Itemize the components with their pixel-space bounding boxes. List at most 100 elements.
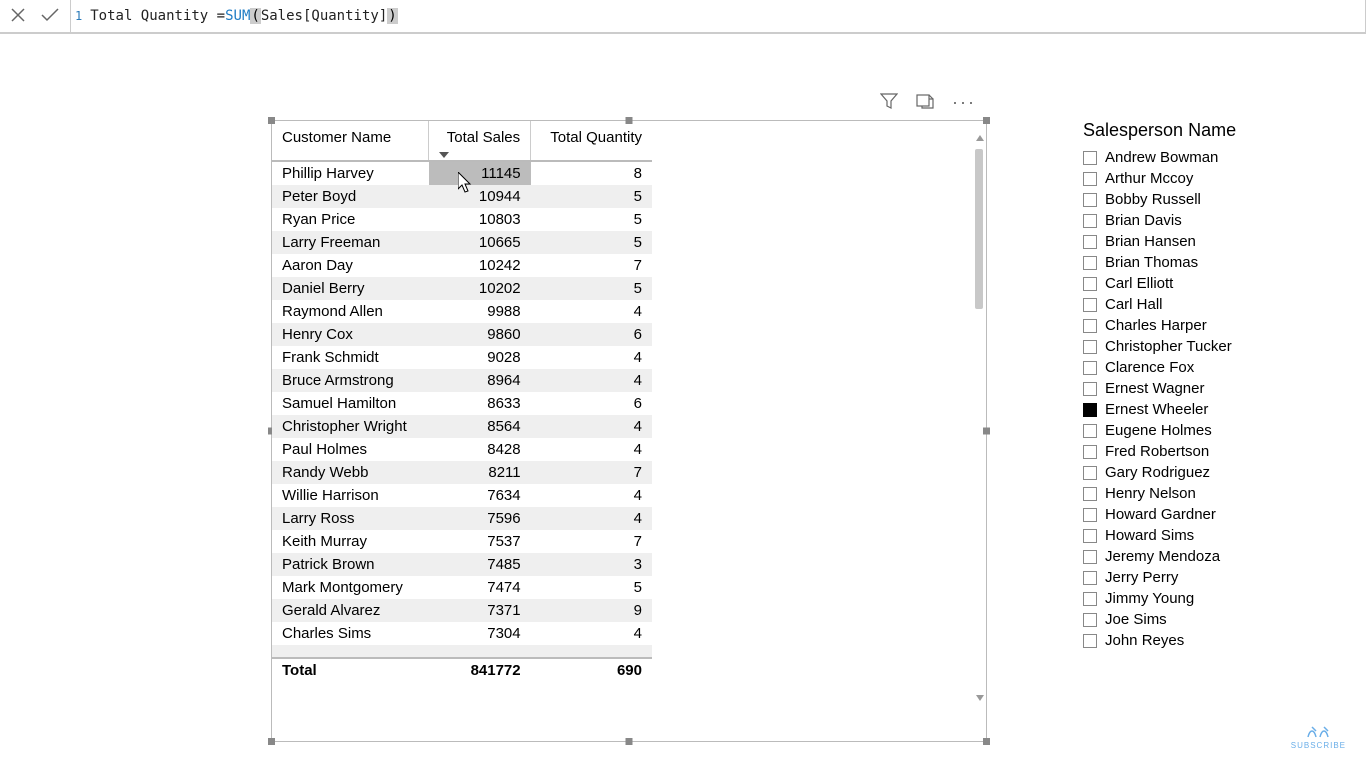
table-row[interactable]: Ryan Price108035 <box>272 208 652 231</box>
checkbox-icon[interactable] <box>1083 571 1097 585</box>
slicer-item[interactable]: Joe Sims <box>1083 609 1343 630</box>
table-row[interactable]: Peter Boyd109445 <box>272 185 652 208</box>
checkbox-icon[interactable] <box>1083 172 1097 186</box>
cell-total-quantity[interactable]: 5 <box>531 208 652 231</box>
cell-customer-name[interactable]: Randy Webb <box>272 461 429 484</box>
checkbox-icon[interactable] <box>1083 235 1097 249</box>
slicer-item[interactable]: Arthur Mccoy <box>1083 168 1343 189</box>
checkbox-icon[interactable] <box>1083 256 1097 270</box>
slicer-item[interactable]: Gary Rodriguez <box>1083 462 1343 483</box>
checkbox-icon[interactable] <box>1083 193 1097 207</box>
slicer-item[interactable]: Clarence Fox <box>1083 357 1343 378</box>
vertical-scrollbar[interactable] <box>974 135 984 701</box>
cell-customer-name[interactable]: Patrick Brown <box>272 553 429 576</box>
cell-customer-name[interactable]: Samuel Hamilton <box>272 392 429 415</box>
slicer-item[interactable]: Andrew Bowman <box>1083 147 1343 168</box>
cell-total-quantity[interactable]: 4 <box>531 369 652 392</box>
cell-total-quantity[interactable]: 6 <box>531 392 652 415</box>
cell-total-quantity[interactable]: 4 <box>531 484 652 507</box>
checkbox-icon[interactable] <box>1083 151 1097 165</box>
cell-total-sales[interactable]: 7371 <box>429 599 531 622</box>
cell-total-sales[interactable]: 8633 <box>429 392 531 415</box>
checkbox-icon[interactable] <box>1083 508 1097 522</box>
slicer-item[interactable]: Brian Thomas <box>1083 252 1343 273</box>
cell-total-sales[interactable]: 11145 <box>429 161 531 185</box>
cell-customer-name[interactable]: Peter Boyd <box>272 185 429 208</box>
cell-total-quantity[interactable]: 5 <box>531 231 652 254</box>
cell-customer-name[interactable]: Phillip Harvey <box>272 161 429 185</box>
cell-total-quantity[interactable]: 4 <box>531 415 652 438</box>
cell-total-sales[interactable]: 8564 <box>429 415 531 438</box>
cell-customer-name[interactable]: Mark Montgomery <box>272 576 429 599</box>
slicer-item[interactable]: Jimmy Young <box>1083 588 1343 609</box>
cell-total-quantity[interactable]: 6 <box>531 323 652 346</box>
slicer-item[interactable]: Christopher Tucker <box>1083 336 1343 357</box>
cell-total-quantity[interactable]: 7 <box>531 530 652 553</box>
column-header[interactable]: Total Sales <box>429 121 531 161</box>
cell-customer-name[interactable]: Charles Sims <box>272 622 429 645</box>
table-row[interactable]: Larry Freeman106655 <box>272 231 652 254</box>
checkbox-icon[interactable] <box>1083 529 1097 543</box>
table-row[interactable]: Samuel Hamilton86336 <box>272 392 652 415</box>
cell-total-quantity[interactable]: 5 <box>531 576 652 599</box>
cell-customer-name[interactable]: Bruce Armstrong <box>272 369 429 392</box>
table-row[interactable]: Keith Murray75377 <box>272 530 652 553</box>
table-row[interactable]: Willie Harrison76344 <box>272 484 652 507</box>
checkbox-icon[interactable] <box>1083 550 1097 564</box>
table-row[interactable]: Mark Montgomery74745 <box>272 576 652 599</box>
cell-total-quantity[interactable]: 9 <box>531 599 652 622</box>
cell-customer-name[interactable]: Larry Freeman <box>272 231 429 254</box>
cell-total-quantity[interactable]: 4 <box>531 438 652 461</box>
slicer-item[interactable]: Carl Hall <box>1083 294 1343 315</box>
cell-customer-name[interactable]: Keith Murray <box>272 530 429 553</box>
cell-customer-name[interactable]: Henry Cox <box>272 323 429 346</box>
cell-customer-name[interactable]: Daniel Berry <box>272 277 429 300</box>
cell-total-quantity[interactable]: 4 <box>531 507 652 530</box>
slicer-item[interactable]: Carl Elliott <box>1083 273 1343 294</box>
slicer-item[interactable]: Bobby Russell <box>1083 189 1343 210</box>
table-row[interactable]: Frank Schmidt90284 <box>272 346 652 369</box>
checkbox-icon[interactable] <box>1083 214 1097 228</box>
slicer-item[interactable]: Jerry Perry <box>1083 567 1343 588</box>
cell-total-quantity[interactable]: 8 <box>531 161 652 185</box>
cell-total-sales[interactable]: 10242 <box>429 254 531 277</box>
checkbox-icon[interactable] <box>1083 466 1097 480</box>
table-row[interactable]: Phillip Harvey111458 <box>272 161 652 185</box>
cell-total-sales[interactable]: 9988 <box>429 300 531 323</box>
cell-customer-name[interactable]: Raymond Allen <box>272 300 429 323</box>
slicer-item[interactable]: Jeremy Mendoza <box>1083 546 1343 567</box>
cell-total-quantity[interactable]: 5 <box>531 185 652 208</box>
cell-customer-name[interactable]: Paul Holmes <box>272 438 429 461</box>
cell-total-sales[interactable]: 8428 <box>429 438 531 461</box>
checkbox-icon[interactable] <box>1083 382 1097 396</box>
slicer-item[interactable]: Ernest Wheeler <box>1083 399 1343 420</box>
cell-total-quantity[interactable]: 4 <box>531 622 652 645</box>
column-header[interactable]: Customer Name <box>272 121 429 161</box>
cell-total-quantity[interactable]: 7 <box>531 254 652 277</box>
column-header[interactable]: Total Quantity <box>531 121 652 161</box>
cell-total-sales[interactable]: 9028 <box>429 346 531 369</box>
slicer-item[interactable]: John Reyes <box>1083 630 1343 651</box>
checkbox-icon[interactable] <box>1083 445 1097 459</box>
checkbox-icon[interactable] <box>1083 277 1097 291</box>
slicer-item[interactable]: Howard Sims <box>1083 525 1343 546</box>
table-row[interactable]: Henry Cox98606 <box>272 323 652 346</box>
cell-total-sales[interactable]: 10803 <box>429 208 531 231</box>
slicer-item[interactable]: Howard Gardner <box>1083 504 1343 525</box>
checkbox-icon[interactable] <box>1083 340 1097 354</box>
table-row[interactable]: Christopher Wright85644 <box>272 415 652 438</box>
cell-customer-name[interactable]: Willie Harrison <box>272 484 429 507</box>
cell-total-sales[interactable]: 8211 <box>429 461 531 484</box>
table-row[interactable]: Randy Webb82117 <box>272 461 652 484</box>
cell-total-sales[interactable]: 7596 <box>429 507 531 530</box>
table-row[interactable]: Larry Ross75964 <box>272 507 652 530</box>
table-row[interactable]: Bruce Armstrong89644 <box>272 369 652 392</box>
cell-customer-name[interactable]: Larry Ross <box>272 507 429 530</box>
slicer-item[interactable]: Charles Harper <box>1083 315 1343 336</box>
cell-total-sales[interactable]: 9860 <box>429 323 531 346</box>
slicer-item[interactable]: Brian Hansen <box>1083 231 1343 252</box>
slicer-item[interactable]: Fred Robertson <box>1083 441 1343 462</box>
formula-input[interactable]: 1 Total Quantity = SUM ( Sales[Quantity]… <box>71 0 1366 33</box>
cell-total-sales[interactable]: 7537 <box>429 530 531 553</box>
cell-customer-name[interactable]: Gerald Alvarez <box>272 599 429 622</box>
